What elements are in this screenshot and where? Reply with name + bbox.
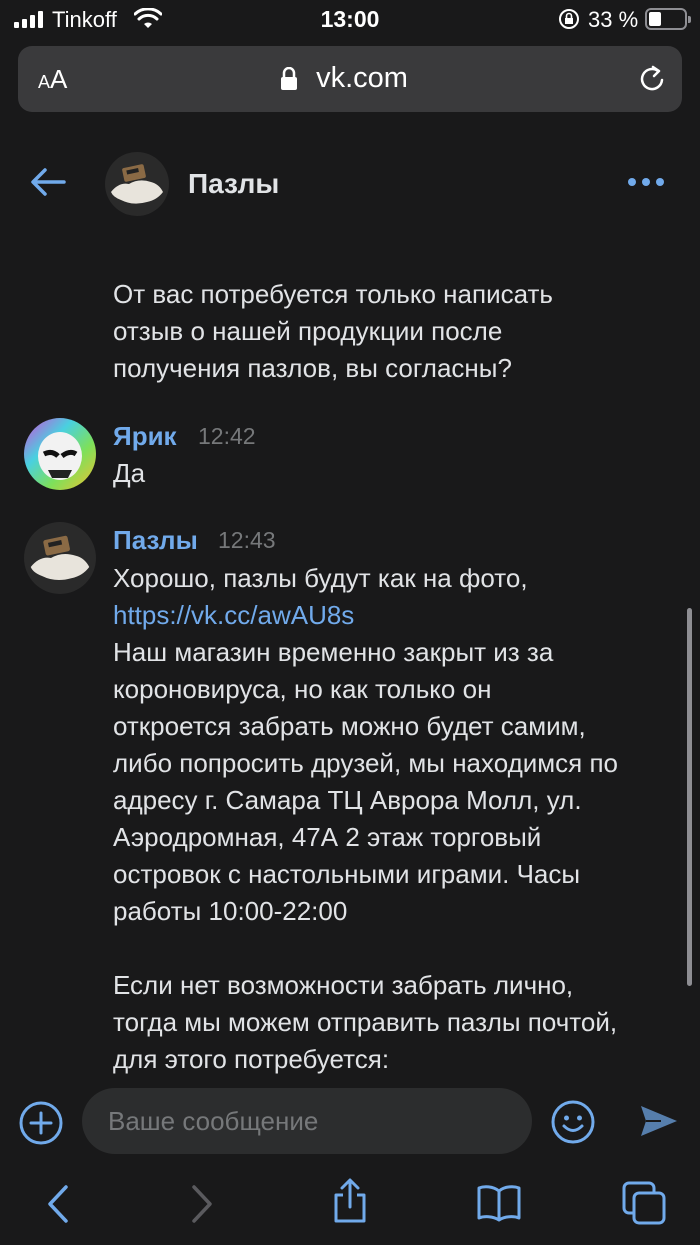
battery-icon bbox=[645, 8, 691, 30]
url-text: vk.com bbox=[316, 62, 408, 94]
chat-title: Пазлы bbox=[188, 168, 280, 199]
message-author[interactable]: Пазлы bbox=[113, 525, 198, 556]
address-bar[interactable]: AA vk.com bbox=[18, 46, 682, 112]
emoji-icon[interactable] bbox=[550, 1099, 596, 1145]
reload-icon[interactable] bbox=[636, 63, 668, 95]
message-text: От вас потребуется только написать отзыв… bbox=[113, 279, 553, 383]
rotation-lock-icon bbox=[559, 9, 579, 29]
avatar-yarik[interactable] bbox=[24, 418, 96, 490]
browser-forward-icon[interactable] bbox=[188, 1183, 218, 1225]
message-composer bbox=[0, 1080, 700, 1165]
message-input[interactable] bbox=[82, 1088, 532, 1154]
message-time: 12:42 bbox=[198, 423, 256, 449]
chat-header: Пазлы bbox=[0, 140, 700, 230]
battery-percent: 33 % bbox=[588, 7, 639, 32]
add-attachment-icon[interactable] bbox=[18, 1100, 64, 1146]
status-bar: Tinkoff 13:00 33 % bbox=[0, 0, 700, 40]
message-author[interactable]: Ярик bbox=[113, 421, 177, 452]
chat-avatar[interactable] bbox=[105, 152, 169, 216]
share-icon[interactable] bbox=[330, 1177, 370, 1225]
browser-back-icon[interactable] bbox=[42, 1183, 72, 1225]
send-icon[interactable] bbox=[637, 1100, 679, 1142]
avatar-pazly[interactable] bbox=[24, 522, 96, 594]
browser-toolbar bbox=[0, 1165, 700, 1245]
more-options-icon[interactable] bbox=[628, 178, 664, 186]
message-text: Да bbox=[113, 458, 146, 488]
back-arrow-icon[interactable] bbox=[28, 166, 68, 198]
message-link[interactable]: https://vk.cc/awAU8s bbox=[113, 597, 693, 634]
bookmarks-icon[interactable] bbox=[476, 1183, 522, 1223]
scrollbar[interactable] bbox=[687, 608, 692, 986]
message-text: Хорошо, пазлы будут как на фото, https:/… bbox=[113, 560, 693, 1078]
tabs-icon[interactable] bbox=[620, 1179, 668, 1227]
message-time: 12:43 bbox=[218, 527, 276, 553]
